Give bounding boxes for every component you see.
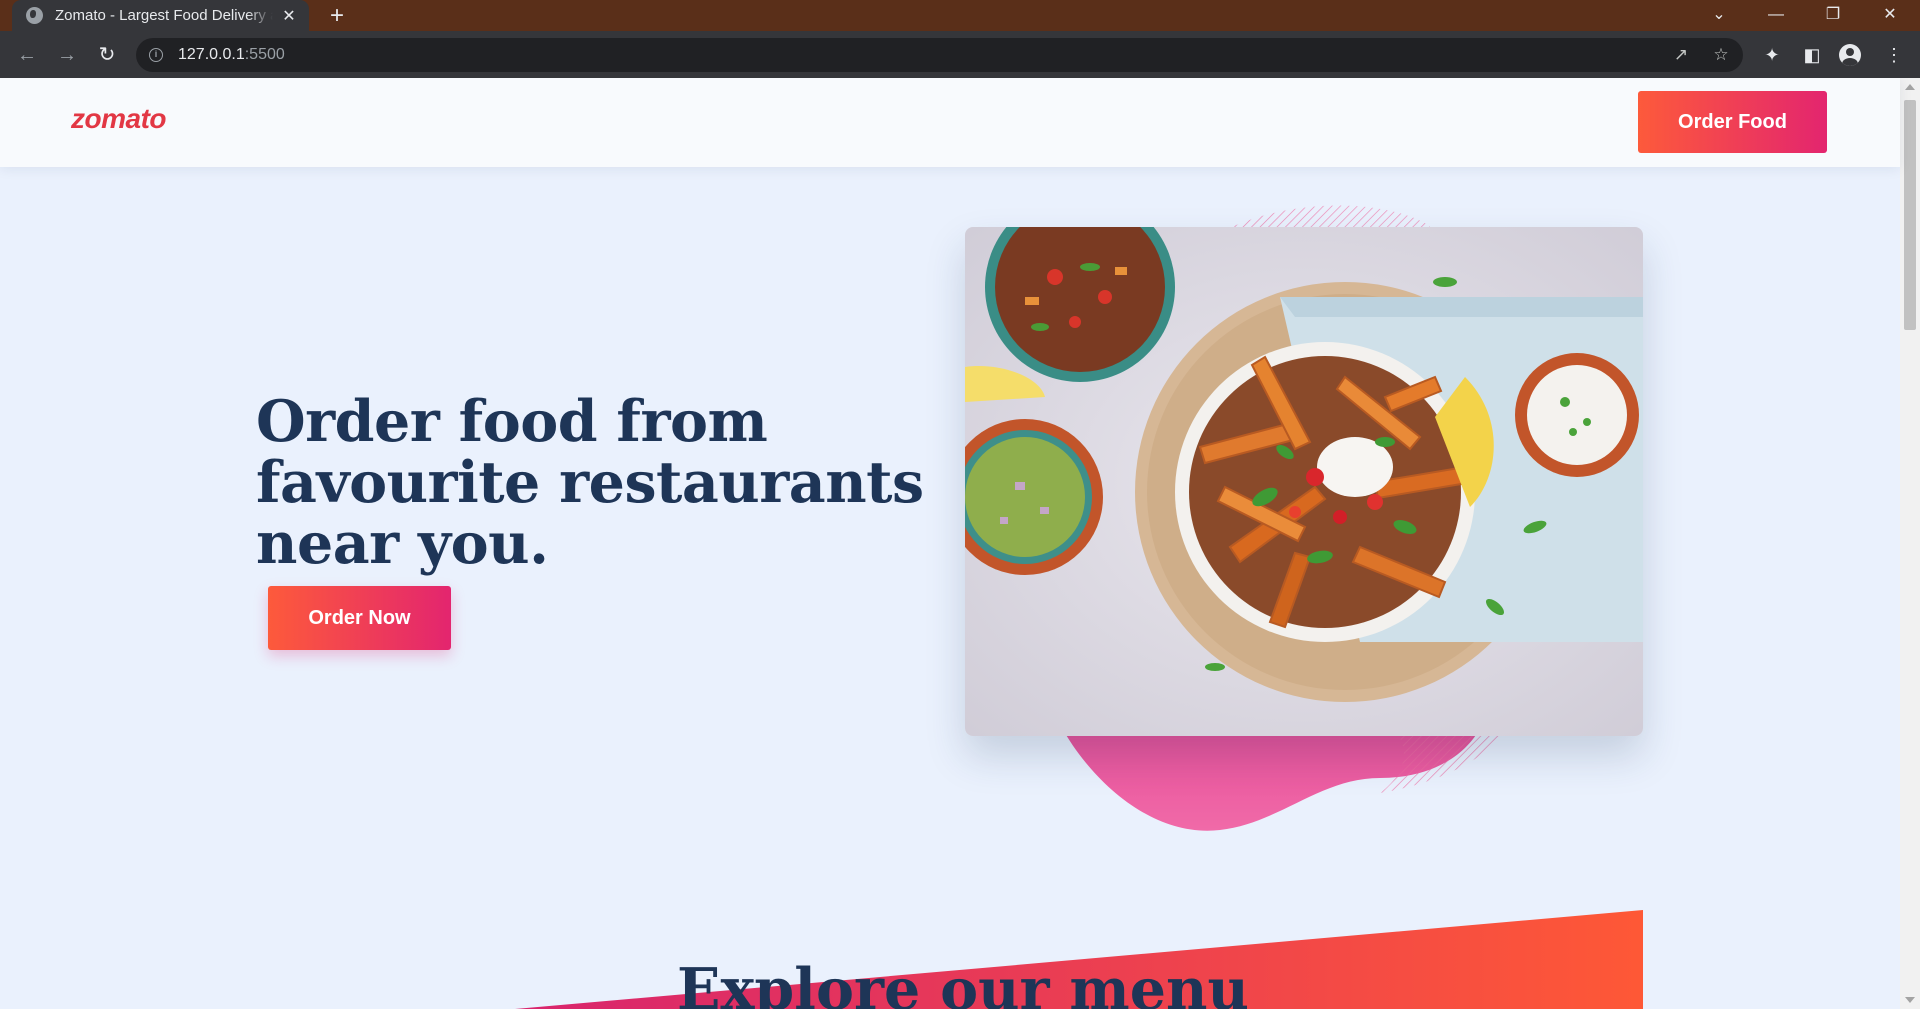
zomato-logo[interactable]: zomato bbox=[71, 103, 167, 135]
chevron-down-icon[interactable]: ⌄ bbox=[1699, 0, 1739, 31]
tab-title: Zomato - Largest Food Delivery a bbox=[55, 7, 273, 24]
browser-toolbar: ← → ↻ i 127.0.0.1:5500 ↗ ☆ bbox=[0, 31, 1920, 78]
reload-icon[interactable]: ↻ bbox=[93, 41, 121, 69]
browser-tab-strip: Zomato - Largest Food Delivery a ✕ + ⌄ —… bbox=[0, 0, 1920, 31]
order-food-button[interactable]: Order Food bbox=[1638, 91, 1827, 153]
page-scrollbar[interactable] bbox=[1900, 78, 1920, 1009]
restore-icon[interactable]: ❐ bbox=[1813, 0, 1853, 31]
menu-icon[interactable]: ⋮ bbox=[1880, 41, 1908, 69]
scroll-thumb[interactable] bbox=[1904, 100, 1916, 330]
page-viewport: zomato Order Food Order food from favour… bbox=[0, 78, 1920, 1009]
side-panel-icon[interactable]: ◧ bbox=[1798, 41, 1826, 69]
browser-tab[interactable]: Zomato - Largest Food Delivery a ✕ bbox=[12, 0, 309, 31]
share-icon[interactable]: ↗ bbox=[1669, 43, 1693, 67]
new-tab-button[interactable]: + bbox=[324, 0, 350, 31]
forward-icon[interactable]: → bbox=[53, 41, 81, 69]
close-icon[interactable]: ✕ bbox=[1870, 0, 1910, 31]
back-icon[interactable]: ← bbox=[13, 41, 41, 69]
tab-close-icon[interactable]: ✕ bbox=[279, 6, 299, 26]
explore-menu-title: Explore our menu bbox=[677, 956, 1249, 1009]
star-icon[interactable]: ☆ bbox=[1709, 43, 1733, 67]
food-photo bbox=[965, 227, 1643, 736]
order-now-button[interactable]: Order Now bbox=[268, 586, 451, 650]
hero-title: Order food from favourite restaurants ne… bbox=[256, 388, 924, 577]
extensions-icon[interactable]: ✦ bbox=[1758, 41, 1786, 69]
address-bar[interactable]: i 127.0.0.1:5500 ↗ ☆ bbox=[136, 38, 1743, 72]
minimize-icon[interactable]: — bbox=[1756, 0, 1796, 31]
url-text: 127.0.0.1:5500 bbox=[178, 46, 285, 64]
globe-icon bbox=[26, 7, 43, 24]
profile-icon[interactable] bbox=[1839, 44, 1861, 66]
scroll-up-icon[interactable] bbox=[1905, 84, 1915, 90]
site-header: zomato Order Food bbox=[0, 78, 1900, 167]
url-host: 127.0.0.1 bbox=[178, 46, 245, 63]
scroll-down-icon[interactable] bbox=[1905, 997, 1915, 1003]
info-icon[interactable]: i bbox=[149, 48, 163, 62]
url-port: :5500 bbox=[244, 46, 285, 63]
food-illustration bbox=[965, 227, 1643, 736]
